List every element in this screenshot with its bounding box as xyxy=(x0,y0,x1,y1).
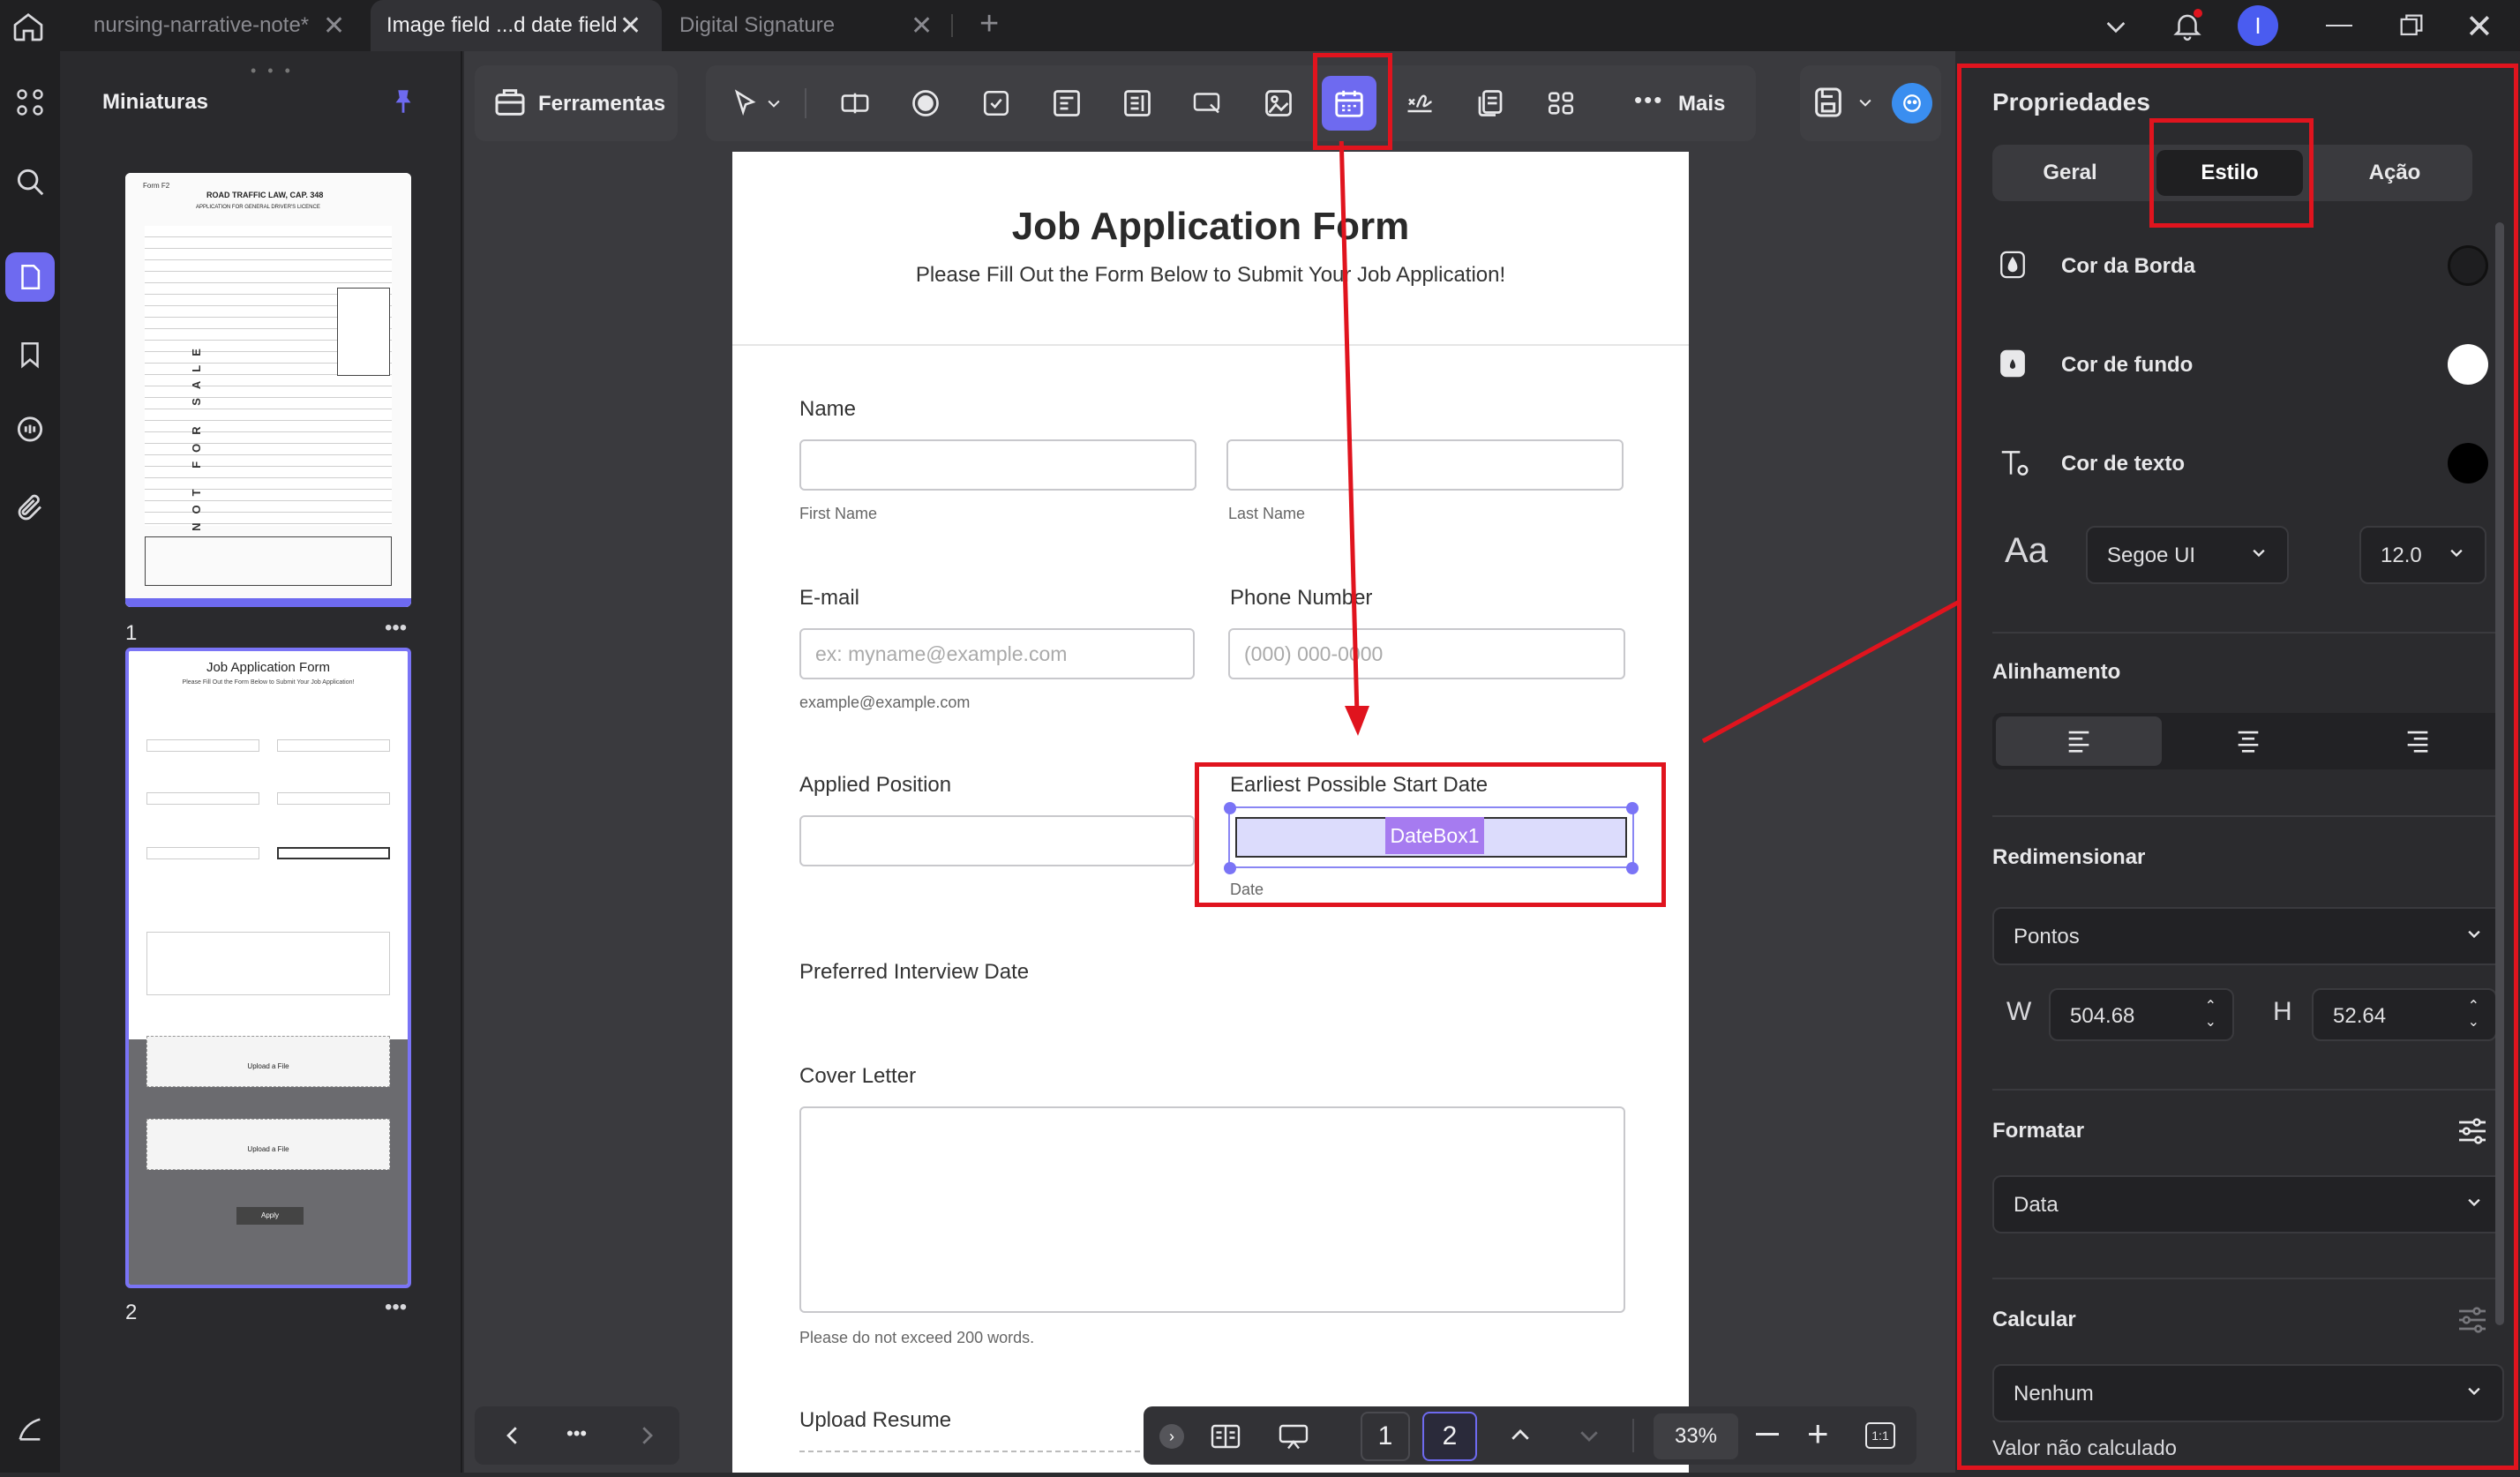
combo-box-icon[interactable] xyxy=(1039,76,1094,131)
more-button[interactable]: Mais xyxy=(1678,92,1725,116)
chevron-down-icon[interactable] xyxy=(761,76,787,131)
chevron-down-icon[interactable] xyxy=(1576,1422,1602,1449)
more-icon[interactable]: ••• xyxy=(1634,86,1663,114)
highlight-box xyxy=(1957,64,2518,1470)
tools-button[interactable]: Ferramentas xyxy=(475,65,678,141)
zoom-level[interactable]: 33% xyxy=(1654,1413,1738,1459)
page-2-button[interactable]: 2 xyxy=(1422,1412,1477,1461)
highlight-box xyxy=(1313,53,1392,150)
page-1-button[interactable]: 1 xyxy=(1361,1412,1410,1461)
form-toolbar: ••• Mais xyxy=(706,65,1756,141)
zoom-in-icon[interactable]: + xyxy=(1807,1413,1829,1454)
chevron-right-icon[interactable]: › xyxy=(1159,1424,1184,1449)
reading-mode-icon[interactable] xyxy=(1209,1421,1242,1452)
checkbox-icon[interactable] xyxy=(969,76,1024,131)
radio-button-icon[interactable] xyxy=(898,76,953,131)
image-field-icon[interactable] xyxy=(1251,76,1306,131)
text-field-icon[interactable] xyxy=(828,76,882,131)
save-icon[interactable] xyxy=(1811,85,1846,120)
zoom-out-icon[interactable] xyxy=(1756,1433,1779,1436)
page-controls: › 1 2 33% + 1:1 xyxy=(1144,1406,1916,1465)
signature-field-icon[interactable] xyxy=(1392,76,1447,131)
ai-assistant-icon[interactable] xyxy=(1892,83,1932,124)
nav-group: ••• xyxy=(475,1406,679,1465)
actual-size-button[interactable]: 1:1 xyxy=(1865,1422,1895,1449)
chevron-up-icon[interactable] xyxy=(1507,1422,1534,1449)
chevron-left-icon[interactable] xyxy=(499,1422,526,1449)
button-field-icon[interactable] xyxy=(1181,76,1235,131)
arrange-grid-icon[interactable] xyxy=(1534,76,1588,131)
save-group xyxy=(1800,65,1941,141)
chevron-right-icon[interactable] xyxy=(634,1422,660,1449)
more-icon[interactable]: ••• xyxy=(566,1422,587,1445)
copy-fields-icon[interactable] xyxy=(1463,76,1518,131)
toolbox-icon xyxy=(492,85,528,120)
present-icon[interactable] xyxy=(1276,1421,1311,1452)
highlight-box xyxy=(2149,118,2314,228)
list-box-icon[interactable] xyxy=(1110,76,1165,131)
chevron-down-icon[interactable] xyxy=(1856,94,1874,111)
